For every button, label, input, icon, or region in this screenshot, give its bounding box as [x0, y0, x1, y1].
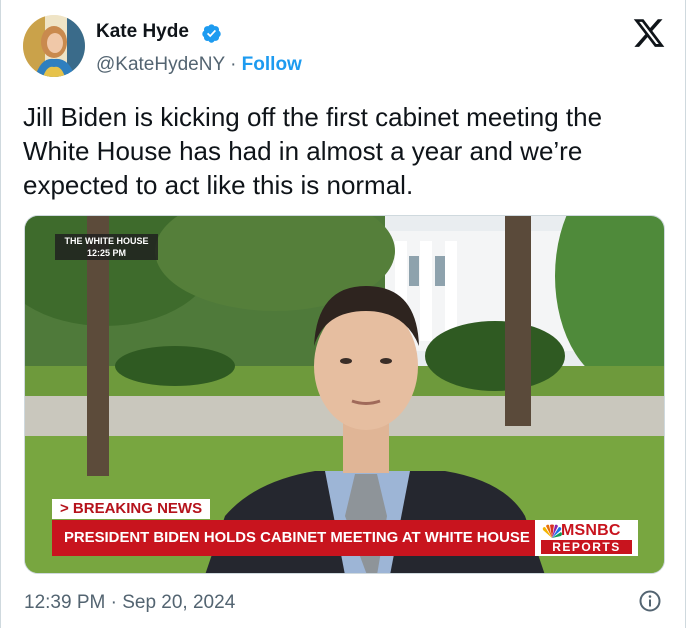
- author-handle[interactable]: @KateHydeNY: [96, 54, 225, 75]
- headline-chyron: PRESIDENT BIDEN HOLDS CABINET MEETING AT…: [52, 520, 536, 556]
- tweet-timestamp[interactable]: 12:39 PM · Sep 20, 2024: [24, 592, 235, 614]
- tweet-video[interactable]: THE WHITE HOUSE 12:25 PM > BREAKING NEWS…: [24, 215, 665, 574]
- follow-button[interactable]: Follow: [242, 54, 302, 75]
- tweet-text: Jill Biden is kicking off the first cabi…: [23, 102, 603, 200]
- info-icon[interactable]: [638, 589, 662, 613]
- location-bug: THE WHITE HOUSE 12:25 PM: [55, 234, 158, 260]
- breaking-news-label: > BREAKING NEWS: [52, 499, 211, 519]
- network-segment-box: REPORTS: [535, 520, 638, 556]
- time-label: 12:25 PM: [86, 248, 127, 258]
- avatar[interactable]: [23, 15, 85, 77]
- x-logo-icon[interactable]: [631, 16, 667, 50]
- location-label: THE WHITE HOUSE: [64, 236, 149, 246]
- verified-badge-icon: [202, 24, 221, 43]
- separator-dot: ·: [230, 54, 237, 75]
- handle-row: @KateHydeNY · Follow: [96, 54, 302, 76]
- author-name[interactable]: Kate Hyde: [96, 21, 189, 43]
- network-logo: MSNBC REPORTS: [535, 520, 638, 556]
- tweet-card: Kate Hyde @KateHydeNY · Follow Jill Bide…: [0, 0, 686, 628]
- network-segment: REPORTS: [541, 540, 632, 554]
